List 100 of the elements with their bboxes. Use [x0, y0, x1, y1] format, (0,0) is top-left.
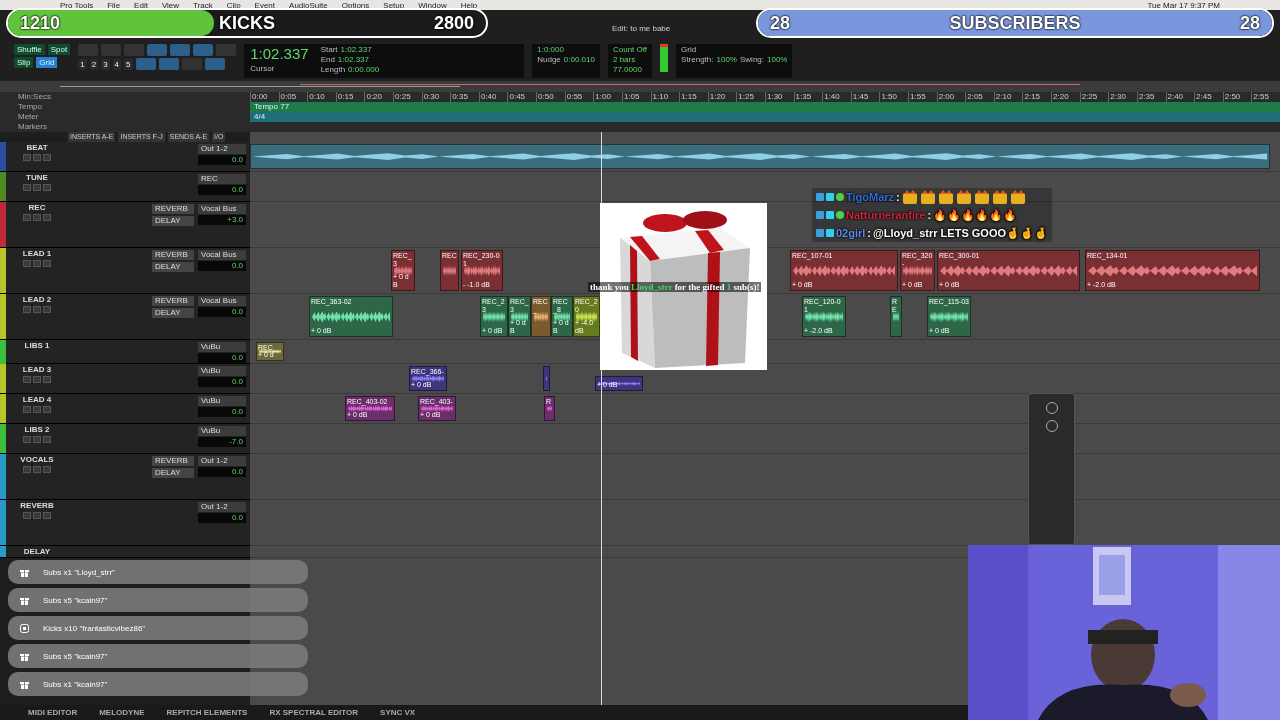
record-button[interactable]: [23, 214, 31, 221]
track-name[interactable]: LIBS 2: [24, 425, 50, 434]
menu-item[interactable]: Help: [460, 0, 478, 10]
output-selector[interactable]: Vocal Bus: [198, 204, 246, 214]
ruler-lane: Tempo 77: [250, 102, 1280, 112]
mute-button[interactable]: [43, 376, 51, 383]
zoom-preset-button[interactable]: 3: [101, 58, 110, 70]
track-name[interactable]: TUNE: [26, 173, 48, 182]
tool-icon[interactable]: [193, 44, 214, 56]
bottom-tab[interactable]: REPITCH ELEMENTS: [166, 708, 248, 717]
solo-button[interactable]: [33, 306, 41, 313]
output-selector[interactable]: VuBu: [198, 426, 246, 436]
send-slot[interactable]: REVERB: [152, 250, 194, 260]
track-name[interactable]: DELAY: [23, 547, 51, 556]
output-selector[interactable]: Out 1-2: [198, 456, 246, 466]
track-name[interactable]: LEAD 1: [22, 249, 52, 258]
tool-icon[interactable]: [204, 58, 225, 70]
bottom-tab[interactable]: MIDI EDITOR: [28, 708, 78, 717]
solo-button[interactable]: [33, 184, 41, 191]
solo-button[interactable]: [33, 376, 41, 383]
chat-username[interactable]: 02girl: [836, 227, 866, 239]
output-selector[interactable]: Out 1-2: [198, 144, 246, 154]
menu-item[interactable]: Setup: [383, 0, 405, 10]
send-slot[interactable]: REVERB: [152, 296, 194, 306]
menu-item[interactable]: Options: [341, 0, 370, 10]
edit-mode-button[interactable]: Grid: [36, 57, 58, 68]
track-name[interactable]: LIBS 1: [24, 341, 50, 350]
mute-button[interactable]: [43, 436, 51, 443]
tool-icon[interactable]: [135, 58, 156, 70]
send-slot[interactable]: DELAY: [152, 308, 194, 318]
record-button[interactable]: [23, 406, 31, 413]
zoom-preset-button[interactable]: 5: [124, 58, 133, 70]
menu-item[interactable]: Window: [418, 0, 447, 10]
solo-button[interactable]: [33, 436, 41, 443]
record-button[interactable]: [23, 154, 31, 161]
output-selector[interactable]: VuBu: [198, 366, 246, 376]
track-name[interactable]: REVERB: [20, 501, 54, 510]
record-button[interactable]: [23, 376, 31, 383]
edit-mode-button[interactable]: Spot: [47, 44, 71, 55]
track-name[interactable]: BEAT: [26, 143, 48, 152]
output-selector[interactable]: Out 1-2: [198, 502, 246, 512]
menu-item[interactable]: View: [161, 0, 180, 10]
solo-button[interactable]: [33, 406, 41, 413]
menu-item[interactable]: AudioSuite: [289, 0, 328, 10]
track-name[interactable]: LEAD 4: [22, 395, 52, 404]
audio-clip[interactable]: [250, 144, 1270, 169]
menu-item[interactable]: Event: [254, 0, 276, 10]
record-button[interactable]: [23, 466, 31, 473]
send-slot[interactable]: DELAY: [152, 216, 194, 226]
solo-button[interactable]: [33, 154, 41, 161]
send-slot[interactable]: REVERB: [152, 456, 194, 466]
chat-separator: :: [927, 209, 932, 221]
edit-mode-button[interactable]: Shuffle: [14, 44, 45, 55]
tool-icon[interactable]: [170, 44, 191, 56]
solo-button[interactable]: [33, 512, 41, 519]
record-button[interactable]: [23, 306, 31, 313]
mute-button[interactable]: [43, 214, 51, 221]
solo-button[interactable]: [33, 466, 41, 473]
bottom-tab[interactable]: RX SPECTRAL EDITOR: [269, 708, 359, 717]
solo-button[interactable]: [33, 214, 41, 221]
output-selector[interactable]: Vocal Bus: [198, 296, 246, 306]
zoom-preset-button[interactable]: 4: [112, 58, 122, 70]
menu-item[interactable]: Edit: [134, 0, 148, 10]
menu-item[interactable]: File: [107, 0, 121, 10]
audio-clip[interactable]: [543, 366, 550, 391]
send-slot[interactable]: DELAY: [152, 262, 194, 272]
mute-button[interactable]: [43, 154, 51, 161]
mute-button[interactable]: [43, 512, 51, 519]
zoom-preset-button[interactable]: 2: [89, 58, 99, 70]
track-name[interactable]: LEAD 2: [22, 295, 52, 304]
output-selector[interactable]: VuBu: [198, 342, 246, 352]
menu-item[interactable]: Pro Tools: [60, 0, 94, 10]
record-button[interactable]: [23, 184, 31, 191]
volume-readout: 0.0: [198, 307, 246, 317]
track-name[interactable]: LEAD 3: [22, 365, 52, 374]
zoom-preset-button[interactable]: 1: [78, 58, 87, 70]
tool-icon[interactable]: [147, 44, 168, 56]
send-slot[interactable]: DELAY: [152, 468, 194, 478]
mute-button[interactable]: [43, 466, 51, 473]
bottom-tab[interactable]: SYNC VX: [380, 708, 416, 717]
mute-button[interactable]: [43, 406, 51, 413]
bottom-tab[interactable]: MELODYNE: [99, 708, 145, 717]
output-selector[interactable]: VuBu: [198, 396, 246, 406]
mute-button[interactable]: [43, 306, 51, 313]
solo-button[interactable]: [33, 260, 41, 267]
mute-button[interactable]: [43, 260, 51, 267]
send-slot[interactable]: REVERB: [152, 204, 194, 214]
chat-separator: :: [867, 227, 872, 239]
record-button[interactable]: [23, 436, 31, 443]
record-button[interactable]: [23, 260, 31, 267]
menu-item[interactable]: Track: [193, 0, 213, 10]
record-button[interactable]: [23, 512, 31, 519]
output-selector[interactable]: REC: [198, 174, 246, 184]
track-name[interactable]: VOCALS: [20, 455, 54, 464]
mute-button[interactable]: [43, 184, 51, 191]
track-name[interactable]: REC: [28, 203, 46, 212]
tool-icon[interactable]: [158, 58, 179, 70]
output-selector[interactable]: Vocal Bus: [198, 250, 246, 260]
edit-mode-button[interactable]: Slip: [14, 57, 34, 68]
chat-message: @Lloyd_strr LETS GOOO🤞🤞🤞: [873, 226, 1048, 240]
